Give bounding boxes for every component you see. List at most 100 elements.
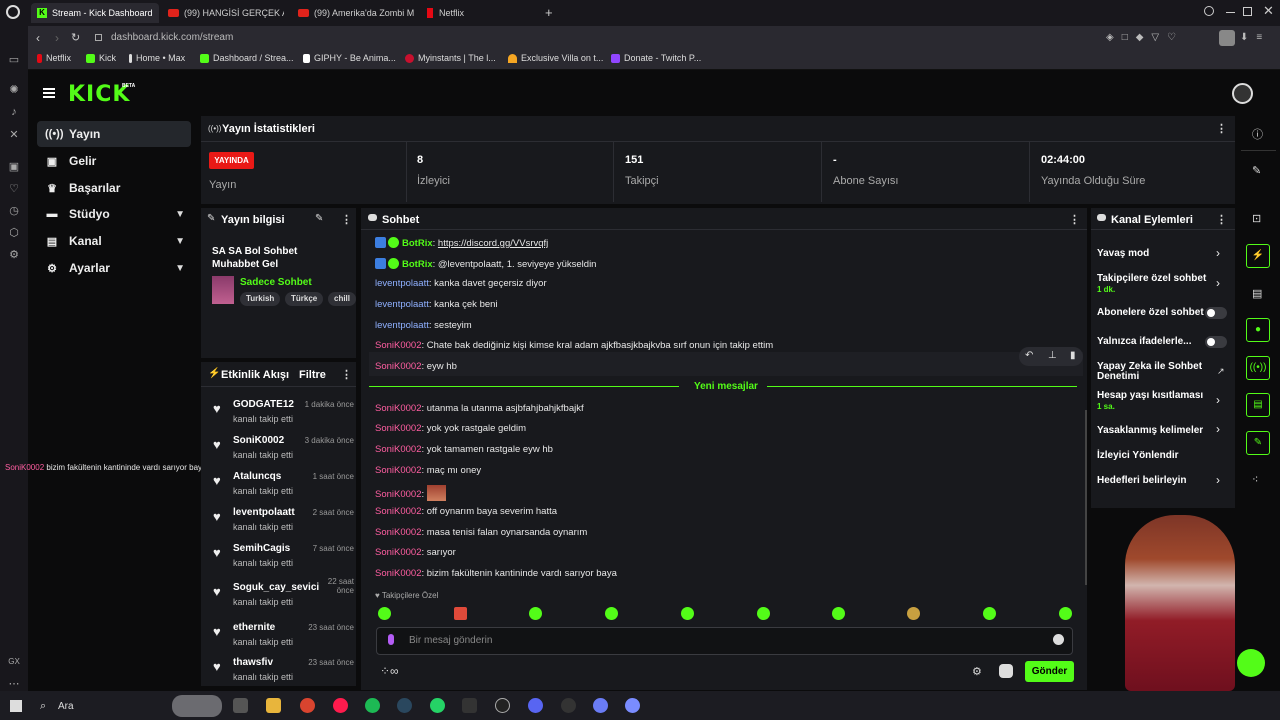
reply-icon[interactable]: ↶ — [1025, 350, 1033, 361]
opera-gx-icon[interactable] — [333, 698, 348, 713]
external-link-icon[interactable]: ↗ — [1217, 366, 1225, 377]
emote-quick-1[interactable] — [378, 607, 391, 620]
chevron-right-icon[interactable]: › — [1216, 246, 1220, 260]
emote-quick-9[interactable] — [983, 607, 996, 620]
chat-link[interactable]: https://discord.gg/VVsrvqfj — [438, 238, 548, 249]
chat-username[interactable]: SoniK0002 — [375, 568, 421, 579]
tools-button[interactable]: ✎ — [1246, 431, 1270, 455]
send-button[interactable]: Gönder — [1025, 661, 1074, 682]
reload-icon[interactable]: ↻ — [71, 31, 80, 44]
tab-youtube-2[interactable]: (99) Amerika'da Zombi M... — [292, 3, 414, 23]
gear-icon[interactable]: ⚙ — [972, 665, 982, 678]
messenger-icon[interactable]: ▭ — [8, 54, 20, 66]
emote-quick-7[interactable] — [832, 607, 845, 620]
follower-name[interactable]: leventpolaatt — [233, 507, 295, 518]
chat-username[interactable]: SoniK0002 — [375, 403, 421, 414]
chevron-right-icon[interactable]: › — [1216, 393, 1220, 407]
document-icon[interactable]: ▤ — [1252, 287, 1262, 300]
emote-quick-2[interactable] — [454, 607, 467, 620]
chat-username[interactable]: SoniK0002 — [375, 489, 421, 500]
chat-username[interactable]: SoniK0002 — [375, 527, 421, 538]
emote-quick-6[interactable] — [757, 607, 770, 620]
nav-item-basarilar[interactable]: ♛ Başarılar — [37, 175, 191, 201]
chatgpt-icon[interactable]: ✺ — [8, 84, 20, 96]
chat-username[interactable]: SoniK0002 — [375, 506, 421, 517]
pencil-icon[interactable]: ✎ — [1252, 164, 1261, 177]
support-chat-icon[interactable] — [1237, 649, 1265, 677]
minimize-icon[interactable] — [1226, 12, 1235, 13]
emoji-icon[interactable] — [1053, 634, 1064, 645]
epic-games-icon[interactable] — [462, 698, 477, 713]
gx-icon[interactable]: GX — [8, 656, 20, 668]
more-icon[interactable]: ⋯ — [8, 678, 20, 690]
chat-username[interactable]: SoniK0002 — [375, 547, 421, 558]
app-icon-blue[interactable] — [625, 698, 640, 713]
chat-username[interactable]: leventpolaatt — [375, 299, 429, 310]
nav-item-ayarlar[interactable]: ⚙ Ayarlar ▼ — [37, 255, 191, 281]
activity-menu-icon[interactable]: ⋮ — [341, 368, 352, 381]
settings-icon[interactable]: ⚙ — [8, 249, 20, 261]
chat-menu-icon[interactable]: ⋮ — [1069, 213, 1080, 226]
subscribers-only-toggle[interactable] — [1205, 307, 1227, 319]
action-slow-mode[interactable]: Yavaş mod — [1097, 248, 1149, 259]
emote-quick-8[interactable] — [907, 607, 920, 620]
taskbar-search-icon[interactable]: ⌕ — [40, 700, 46, 713]
follower-name[interactable]: thawsfiv — [233, 657, 273, 668]
action-followers-only[interactable]: Takipçilere özel sohbet — [1097, 273, 1206, 284]
emote-image[interactable] — [426, 485, 446, 501]
follower-name[interactable]: SoniK0002 — [233, 435, 284, 446]
tab-youtube-1[interactable]: (99) HANGİSİ GERÇEK A... — [162, 3, 284, 23]
category-label[interactable]: Sadece Sohbet — [240, 277, 312, 288]
emote-quick-5[interactable] — [681, 607, 694, 620]
chevron-right-icon[interactable]: › — [1216, 422, 1220, 436]
nav-item-yayin[interactable]: ((•)) Yayın — [37, 121, 191, 147]
bookmark-netflix[interactable]: Netflix — [37, 53, 71, 63]
back-icon[interactable]: ‹ — [36, 31, 40, 45]
discord-icon[interactable] — [528, 698, 543, 713]
follower-name[interactable]: ethernite — [233, 622, 275, 633]
search-icon[interactable] — [1204, 6, 1214, 16]
url-field[interactable]: dashboard.kick.com/stream — [111, 32, 233, 43]
action-goals[interactable]: Hedefleri belirleyin — [1097, 475, 1186, 486]
chat-settings-left-icon[interactable]: ⁘∞ — [380, 664, 399, 678]
file-explorer-icon[interactable] — [266, 698, 281, 713]
new-tab-button[interactable]: + — [545, 5, 553, 20]
steam-icon[interactable] — [397, 698, 412, 713]
action-banned-words[interactable]: Yasaklanmış kelimeler — [1097, 425, 1203, 436]
taskbar-widget[interactable] — [172, 695, 222, 717]
bookmark-villa[interactable]: Exclusive Villa on t... — [508, 53, 603, 63]
chat-username[interactable]: SoniK0002 — [375, 423, 421, 434]
chevron-right-icon[interactable]: › — [1216, 276, 1220, 290]
chat-scrollbar[interactable] — [1085, 410, 1087, 585]
chat-username[interactable]: SoniK0002 — [375, 340, 421, 351]
browser-menu-icons[interactable]: ⬇≡ — [1240, 32, 1270, 43]
action-raid[interactable]: İzleyici Yönlendir — [1097, 450, 1179, 461]
action-ai-moderation[interactable]: Yapay Zeka ile Sohbet Denetimi — [1097, 362, 1207, 382]
microphone-icon[interactable] — [388, 634, 394, 645]
lightning-button[interactable]: ⚡ — [1246, 244, 1270, 268]
taskbar-search-label[interactable]: Ara — [58, 701, 74, 712]
close-icon[interactable]: ✕ — [1263, 3, 1274, 19]
follower-name[interactable]: SemihCagis — [233, 543, 290, 554]
chat-username[interactable]: BotRix — [402, 238, 433, 249]
app-icon-settings[interactable] — [593, 698, 608, 713]
follower-name[interactable]: Soguk_cay_sevici — [233, 582, 319, 593]
delete-icon[interactable]: ▮ — [1070, 350, 1076, 361]
stream-info-menu-icon[interactable]: ⋮ — [341, 213, 352, 226]
bookmark-myinstants[interactable]: Myinstants | The l... — [405, 53, 496, 63]
obs-icon[interactable] — [495, 698, 510, 713]
nav-item-studyo[interactable]: ▬ Stüdyo ▼ — [37, 201, 191, 227]
chat-button[interactable]: ● — [1246, 318, 1270, 342]
channel-actions-menu-icon[interactable]: ⋮ — [1216, 213, 1227, 226]
chat-username[interactable]: SoniK0002 — [375, 361, 421, 372]
task-view-icon[interactable] — [233, 698, 248, 713]
bookmark-max[interactable]: Home • Max — [129, 53, 185, 63]
chat-username[interactable]: BotRix — [402, 259, 433, 270]
bookmark-dashboard[interactable]: Dashboard / Strea... — [200, 53, 294, 63]
x-icon[interactable]: ✕ — [8, 129, 20, 141]
info-icon[interactable]: ⓘ — [1252, 126, 1263, 142]
clock-icon[interactable]: ◷ — [8, 205, 20, 217]
wallet-icon[interactable]: ▣ — [8, 161, 20, 173]
follower-name[interactable]: Ataluncqs — [233, 471, 281, 482]
whatsapp-icon[interactable] — [430, 698, 445, 713]
